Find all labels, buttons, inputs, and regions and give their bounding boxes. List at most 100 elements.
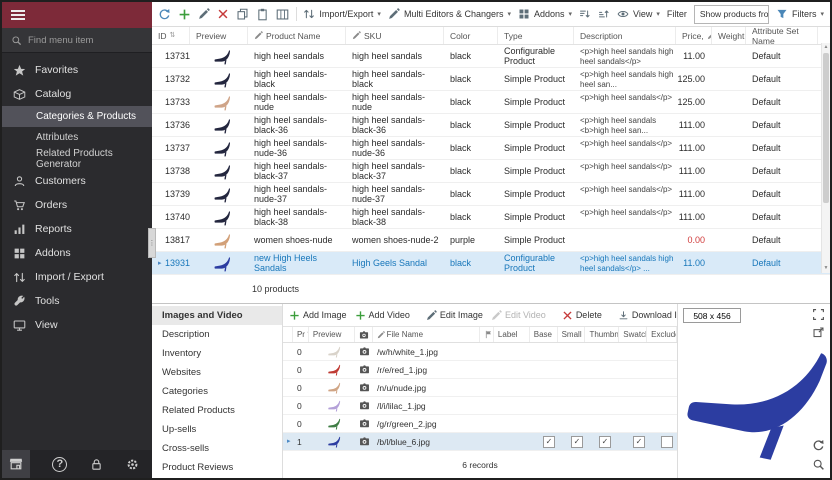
column-description[interactable]: Description [574, 27, 676, 44]
small-checkbox[interactable] [571, 419, 581, 429]
thumbnail-checkbox[interactable] [599, 401, 609, 411]
small-checkbox[interactable] [571, 436, 583, 448]
delete-image-button[interactable]: Delete [562, 310, 602, 321]
download-image-button[interactable]: Download Image [618, 310, 677, 321]
edit-product-button[interactable] [198, 7, 210, 21]
rotate-button[interactable] [812, 439, 825, 452]
column-sku[interactable]: SKU [346, 27, 444, 44]
swatch-checkbox[interactable] [633, 419, 643, 429]
add-video-button[interactable]: Add Video [355, 310, 410, 321]
sidebar-item-favorites[interactable]: Favorites [2, 58, 152, 82]
grid-scrollbar[interactable]: ▲ ▼ [821, 43, 830, 273]
table-row[interactable]: 13731 high heel sandals high heel sandal… [152, 45, 830, 68]
sidebar-item-reports[interactable]: Reports [2, 217, 152, 241]
exclude-checkbox[interactable] [661, 436, 673, 448]
exclude-checkbox[interactable] [661, 347, 671, 357]
detail-tab[interactable]: Images and Video [152, 306, 282, 325]
thumbnail-checkbox[interactable] [599, 383, 609, 393]
sidebar-item-import-export[interactable]: Import / Export [2, 265, 152, 289]
media-row[interactable]: 0 /g/r/green_2.jpg [283, 415, 677, 433]
sidebar-splitter-handle[interactable]: ⋮ [148, 228, 156, 258]
table-row[interactable]: 13739 high heel sandals-nude-37 high hee… [152, 183, 830, 206]
view-menu-button[interactable]: View ▾ [617, 8, 660, 20]
detail-tab[interactable]: Description [152, 325, 282, 344]
table-row[interactable]: 13732 high heel sandals-black high heel … [152, 68, 830, 91]
column-preview[interactable]: Preview [190, 27, 248, 44]
store-button[interactable] [2, 450, 30, 478]
base-checkbox[interactable] [543, 436, 555, 448]
media-row[interactable]: 0 /n/u/nude.jpg [283, 379, 677, 397]
category-filter-select[interactable]: Show products from selected categories ▾ [694, 5, 769, 24]
swatch-checkbox[interactable] [633, 383, 643, 393]
table-row[interactable]: 13733 high heel sandals-nude high heel s… [152, 91, 830, 114]
refresh-button[interactable] [158, 7, 171, 21]
column-camera[interactable] [355, 327, 373, 342]
column-file-name[interactable]: File Name [373, 327, 480, 342]
scrollbar-thumb[interactable] [823, 53, 829, 203]
exclude-checkbox[interactable] [661, 401, 671, 411]
zoom-button[interactable] [812, 458, 825, 471]
sort-ascending-button[interactable] [579, 7, 591, 21]
menu-toggle-button[interactable] [2, 2, 152, 28]
detail-tab[interactable]: Up-sells [152, 420, 282, 439]
base-checkbox[interactable] [543, 419, 553, 429]
addons-menu-button[interactable]: Addons ▾ [518, 8, 572, 20]
detail-tab[interactable]: Product Reviews [152, 458, 282, 477]
small-checkbox[interactable] [571, 383, 581, 393]
import-export-menu-button[interactable]: Import/Export ▾ [303, 8, 381, 20]
column-weight[interactable]: Weight [712, 27, 746, 44]
thumbnail-checkbox[interactable] [599, 419, 609, 429]
columns-button[interactable] [276, 7, 289, 21]
column-thumbnail[interactable]: Thumbna [585, 327, 619, 342]
sidebar-item-addons[interactable]: Addons [2, 241, 152, 265]
scroll-up-icon[interactable]: ▲ [822, 43, 830, 52]
column-small[interactable]: Small [558, 327, 586, 342]
sidebar-item-view[interactable]: View [2, 313, 152, 337]
detail-tab[interactable]: Related Products [152, 401, 282, 420]
help-button[interactable]: ? [52, 457, 67, 472]
column-id[interactable]: ID⇅ [152, 27, 190, 44]
column-color[interactable]: Color [444, 27, 498, 44]
delete-product-button[interactable] [217, 7, 229, 21]
copy-button[interactable] [236, 7, 249, 21]
sidebar-item-catalog[interactable]: Catalog [2, 82, 152, 106]
media-row[interactable]: 0 /w/h/white_1.jpg [283, 343, 677, 361]
table-row[interactable]: 13931 new High Heels Sandals High Geels … [152, 252, 830, 275]
media-row[interactable]: 1 /b/l/blue_6.jpg [283, 433, 677, 451]
lock-button[interactable] [90, 457, 104, 471]
table-row[interactable]: 13817 women shoes-nude women shoes-nude-… [152, 229, 830, 252]
swatch-checkbox[interactable] [633, 401, 643, 411]
detail-tab[interactable]: Cross-sells [152, 439, 282, 458]
exclude-checkbox[interactable] [661, 419, 671, 429]
column-exclude[interactable]: Exclude [647, 327, 677, 342]
base-checkbox[interactable] [543, 383, 553, 393]
base-checkbox[interactable] [543, 401, 553, 411]
swatch-checkbox[interactable] [633, 347, 643, 357]
column-swatch[interactable]: Swatch [619, 327, 647, 342]
media-row[interactable]: 0 /l/i/lilac_1.jpg [283, 397, 677, 415]
swatch-checkbox[interactable] [633, 436, 645, 448]
table-row[interactable]: 13738 high heel sandals-black-37 high he… [152, 160, 830, 183]
table-row[interactable]: 13737 high heel sandals-nude-36 high hee… [152, 137, 830, 160]
sidebar-search-input[interactable]: Find menu item [2, 28, 152, 53]
base-checkbox[interactable] [543, 365, 553, 375]
exclude-checkbox[interactable] [661, 383, 671, 393]
small-checkbox[interactable] [571, 347, 581, 357]
paste-button[interactable] [256, 7, 269, 21]
row-expander-icon[interactable] [158, 260, 165, 267]
thumbnail-checkbox[interactable] [599, 436, 611, 448]
small-checkbox[interactable] [571, 365, 581, 375]
column-price[interactable]: Price, [676, 27, 712, 44]
column-attribute-set[interactable]: Attribute Set Name [746, 27, 818, 44]
fullscreen-button[interactable] [812, 308, 825, 321]
column-label[interactable]: Label [494, 327, 530, 342]
table-row[interactable]: 13740 high heel sandals-black-38 high he… [152, 206, 830, 229]
edit-image-button[interactable]: Edit Image [426, 310, 483, 321]
filters-menu-button[interactable]: Filters ▾ [776, 8, 824, 20]
column-preview[interactable]: Preview [309, 327, 355, 342]
detail-tab[interactable]: Websites [152, 363, 282, 382]
thumbnail-checkbox[interactable] [599, 365, 609, 375]
add-product-button[interactable] [178, 7, 191, 21]
column-position[interactable]: Pr⇅ [293, 327, 309, 342]
swatch-checkbox[interactable] [633, 365, 643, 375]
